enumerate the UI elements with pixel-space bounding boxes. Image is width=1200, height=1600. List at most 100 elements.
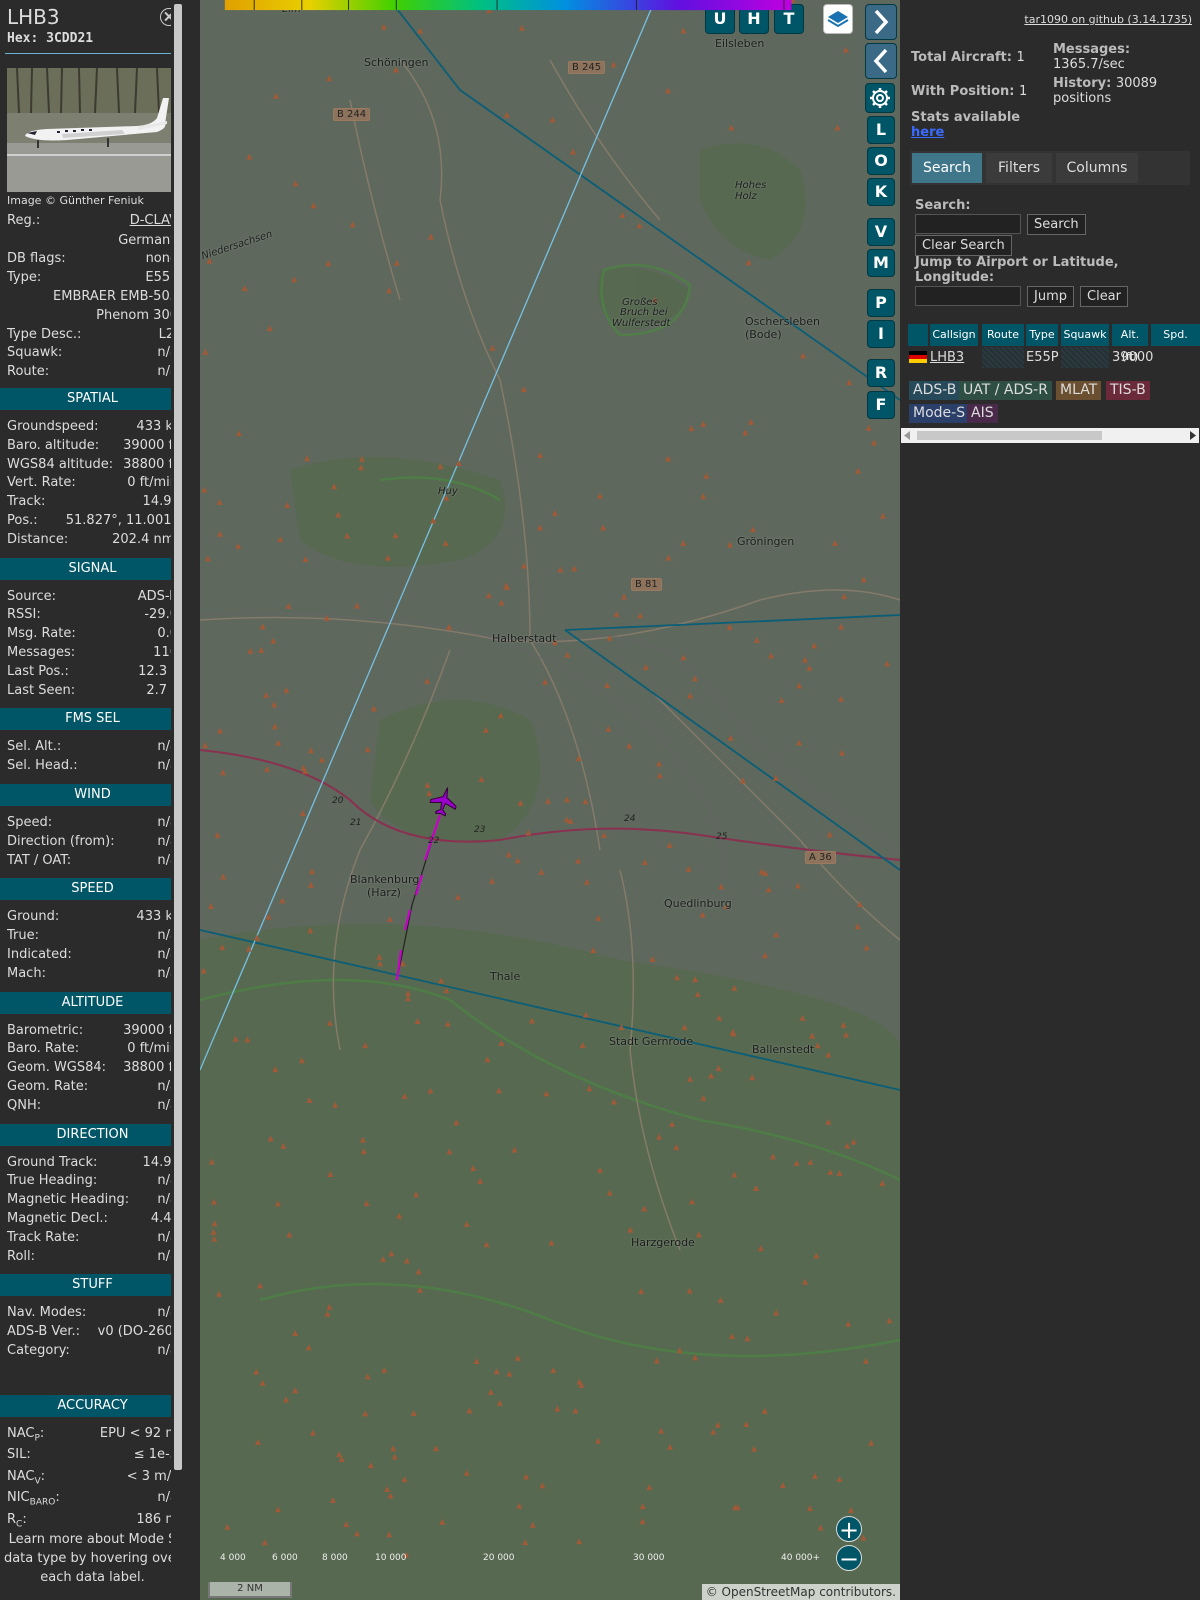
osm-link[interactable]: OpenStreetMap xyxy=(722,1585,816,1599)
info-key: Source: xyxy=(7,588,57,604)
info-key: Baro. Rate: xyxy=(7,1041,80,1057)
info-key: Reg.: xyxy=(7,213,41,228)
section-header-signal: SIGNAL xyxy=(0,557,185,580)
total-aircraft: Total Aircraft: 1 xyxy=(911,50,1025,65)
legend-tick: 20 000 xyxy=(483,1553,515,1563)
info-key-colon: : xyxy=(22,1511,27,1527)
expand-right-icon[interactable] xyxy=(866,5,896,39)
jump-label: Jump to Airport or Latitude, Longitude: xyxy=(915,255,1119,285)
info-value: Germany xyxy=(118,232,178,248)
jump-input[interactable] xyxy=(915,286,1021,306)
tab-search[interactable]: Search xyxy=(912,153,982,183)
map-button-v[interactable]: V xyxy=(868,219,894,245)
table-header-callsign[interactable]: Callsign xyxy=(930,324,978,346)
github-link[interactable]: tar1090 on github (3.14.1735) xyxy=(1024,13,1192,26)
table-cell-callsign[interactable]: LHB3 xyxy=(930,347,986,368)
attribution-prefix: © xyxy=(705,1585,722,1599)
hex-code: 3CDD21 xyxy=(46,31,94,46)
legend-tick: 4 000 xyxy=(220,1553,246,1563)
total-aircraft-label: Total Aircraft: xyxy=(911,50,1012,65)
map-button-i[interactable]: I xyxy=(868,321,894,347)
table-hscrollbar[interactable] xyxy=(901,428,1199,443)
table-header-route[interactable]: Route xyxy=(982,324,1024,346)
scroll-right-icon xyxy=(1190,431,1196,440)
info-key: Speed: xyxy=(7,814,53,830)
section-header-speed: SPEED xyxy=(0,878,185,901)
info-key: ADS-B Ver.: xyxy=(7,1324,80,1340)
table-header-spd[interactable]: Spd. xyxy=(1151,324,1200,346)
km-marker: 25 xyxy=(716,832,728,842)
zoom-in-button[interactable]: + xyxy=(836,1516,862,1543)
settings-gear-icon[interactable] xyxy=(866,84,894,112)
info-key: Distance: xyxy=(7,531,69,547)
jump-button[interactable]: Jump xyxy=(1027,286,1074,307)
info-value: EPU < 92 m xyxy=(99,1425,178,1441)
info-key: Magnetic Decl.: xyxy=(7,1210,108,1226)
hscroll-thumb[interactable] xyxy=(917,431,1102,440)
info-key: Mach: xyxy=(7,965,46,981)
info-key: TAT / OAT: xyxy=(7,852,72,868)
search-input[interactable] xyxy=(915,214,1021,234)
map-place-label: (Harz) xyxy=(367,886,401,899)
info-key: Sel. Head.: xyxy=(7,758,78,774)
info-value: EMBRAER EMB-505 xyxy=(53,288,178,304)
info-value: 51.827°, 11.001° xyxy=(65,512,178,528)
tab-columns[interactable]: Columns xyxy=(1056,153,1138,183)
info-scrollbar[interactable] xyxy=(171,0,185,1600)
map-place-label: (Bode) xyxy=(745,328,782,341)
aircraft-photo[interactable] xyxy=(7,68,178,192)
map-place-label: Eilsleben xyxy=(715,37,765,50)
source-tag-tisb: TIS-B xyxy=(1106,381,1150,400)
info-key-text: NAC xyxy=(7,1468,35,1484)
scrollbar-thumb[interactable] xyxy=(174,4,182,1470)
info-value: v0 (DO-260) xyxy=(97,1324,178,1340)
info-key: Ground: xyxy=(7,909,60,925)
info-key: Geom. Rate: xyxy=(7,1078,89,1094)
info-key: Last Pos.: xyxy=(7,663,69,679)
map-view[interactable]: ElmSchöningenEilslebenB 245B 244HohesHol… xyxy=(200,0,900,1600)
map-button-o[interactable]: O xyxy=(868,148,894,174)
info-key: RSSI: xyxy=(7,607,41,623)
info-key: Magnetic Heading: xyxy=(7,1192,130,1208)
footer-line: data type by hovering over xyxy=(3,1551,182,1566)
info-key: Nav. Modes: xyxy=(7,1305,87,1321)
map-place-label: Stadt Gernrode xyxy=(609,1035,694,1048)
table-header-altft[interactable]: Alt. (ft) xyxy=(1112,324,1148,363)
clear-search-button[interactable]: Clear Search xyxy=(915,235,1012,256)
search-label: Search: xyxy=(915,198,971,213)
legend-tick: 10 000 xyxy=(375,1553,407,1563)
tab-filters[interactable]: Filters xyxy=(986,153,1052,183)
map-place-label: Huy xyxy=(438,486,458,497)
info-key: Track Rate: xyxy=(7,1229,80,1245)
table-header-type[interactable]: Type xyxy=(1026,324,1058,346)
section-header-spatial: SPATIAL xyxy=(0,387,185,410)
map-place-label: Thale xyxy=(490,970,521,983)
info-key: True: xyxy=(7,928,39,944)
map-button-k[interactable]: K xyxy=(868,179,894,205)
zoom-out-button[interactable]: − xyxy=(836,1545,862,1572)
info-value: 38800 ft xyxy=(123,1060,178,1076)
info-key-colon: : xyxy=(55,1490,60,1506)
map-button-m[interactable]: M xyxy=(868,250,894,276)
map-button-r[interactable]: R xyxy=(868,360,894,386)
collapse-left-icon[interactable] xyxy=(866,44,896,78)
map-button-f[interactable]: F xyxy=(868,392,894,418)
map-button-p[interactable]: P xyxy=(868,290,894,316)
clear-button[interactable]: Clear xyxy=(1080,286,1128,307)
info-key: Ground Track: xyxy=(7,1154,98,1170)
section-header-stuff: STUFF xyxy=(0,1274,185,1297)
search-button[interactable]: Search xyxy=(1027,214,1086,235)
stats-link[interactable]: here xyxy=(911,125,1020,140)
table-header-squawk[interactable]: Squawk xyxy=(1061,324,1109,346)
map-button-l[interactable]: L xyxy=(868,117,894,143)
km-marker: 20 xyxy=(332,796,344,806)
map-place-label: Holz xyxy=(735,191,757,202)
info-key: DB flags: xyxy=(7,251,66,267)
info-key: Geom. WGS84: xyxy=(7,1060,107,1076)
table-cell-alt: 39000 xyxy=(1112,350,1154,365)
total-aircraft-value: 1 xyxy=(1016,50,1025,65)
layers-icon[interactable] xyxy=(824,5,852,33)
info-key: Groundspeed: xyxy=(7,418,99,434)
map-place-label: Oschersleben xyxy=(745,315,820,328)
map-canvas[interactable] xyxy=(200,0,900,1600)
